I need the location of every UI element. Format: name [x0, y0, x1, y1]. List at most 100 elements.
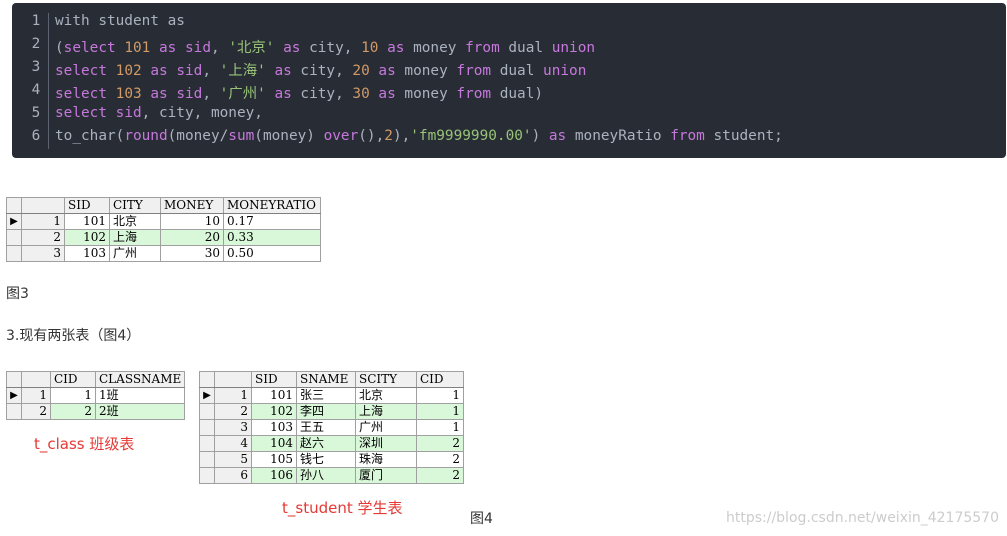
corner-cell — [199, 371, 215, 388]
column-header[interactable]: SID — [64, 197, 110, 214]
table-row[interactable]: 4 104 赵六 深圳 2 — [199, 435, 464, 452]
table-cell[interactable]: 30 — [160, 245, 224, 262]
table-cell[interactable]: 102 — [64, 229, 110, 246]
row-number[interactable]: 2 — [21, 229, 65, 246]
right-triangle-icon[interactable]: ▶ — [6, 213, 22, 230]
code-line: to_char(round(money/sum(money) over(),2)… — [55, 128, 783, 144]
column-header[interactable]: CID — [416, 371, 464, 388]
table-cell[interactable]: 孙八 — [296, 467, 356, 484]
class-grid: CID CLASSNAME ▶ 1 1 1班 2 2 2班 — [6, 371, 186, 420]
row-selector[interactable] — [6, 403, 22, 420]
column-header[interactable]: MONEY — [160, 197, 224, 214]
figure-caption: 图4 — [470, 511, 493, 527]
result-grid: SID CITY MONEY MONEYRATIO ▶ 1 101 北京 10 0.17 2… — [6, 197, 321, 262]
section-text: 3.现有两张表（图4） — [6, 328, 141, 344]
table-row[interactable]: ▶ 1 101 北京 10 0.17 — [6, 213, 321, 230]
table-cell[interactable]: 1 — [416, 387, 464, 404]
right-triangle-icon[interactable]: ▶ — [6, 387, 22, 404]
table-cell[interactable]: 赵六 — [296, 435, 356, 452]
table-cell[interactable]: 李四 — [296, 403, 356, 420]
column-header[interactable]: CITY — [109, 197, 161, 214]
table-row[interactable]: 6 106 孙八 厦门 2 — [199, 467, 464, 484]
line-number: 4 — [31, 82, 41, 98]
row-number[interactable]: 1 — [214, 387, 252, 404]
line-number: 1 — [31, 13, 41, 29]
table-cell[interactable]: 103 — [64, 245, 110, 262]
table-cell[interactable]: 1 — [50, 387, 96, 404]
table-cell[interactable]: 101 — [64, 213, 110, 230]
table-cell[interactable]: 20 — [160, 229, 224, 246]
table-cell[interactable]: 102 — [251, 403, 297, 420]
row-selector[interactable] — [199, 419, 215, 436]
row-number[interactable]: 2 — [214, 403, 252, 420]
table-cell[interactable]: 2 — [416, 435, 464, 452]
row-number[interactable]: 6 — [214, 467, 252, 484]
table-row[interactable]: ▶ 1 101 张三 北京 1 — [199, 387, 464, 404]
table-cell[interactable]: 厦门 — [355, 467, 417, 484]
row-number[interactable]: 5 — [214, 451, 252, 468]
table-cell[interactable]: 上海 — [355, 403, 417, 420]
code-line: with student as — [55, 13, 185, 29]
table-cell[interactable]: 0.50 — [223, 245, 321, 262]
table-cell[interactable]: 张三 — [296, 387, 356, 404]
table-cell[interactable]: 103 — [251, 419, 297, 436]
table-cell[interactable]: 钱七 — [296, 451, 356, 468]
watermark: https://blog.csdn.net/weixin_42175570 — [725, 510, 999, 526]
table-cell[interactable]: 广州 — [355, 419, 417, 436]
row-selector[interactable] — [6, 245, 22, 262]
table-cell[interactable]: 北京 — [355, 387, 417, 404]
row-selector[interactable] — [199, 435, 215, 452]
column-header[interactable]: SID — [251, 371, 297, 388]
table-cell[interactable]: 0.17 — [223, 213, 321, 230]
table-cell[interactable]: 101 — [251, 387, 297, 404]
table-cell[interactable]: 105 — [251, 451, 297, 468]
table-cell[interactable]: 2班 — [94, 403, 186, 420]
row-selector[interactable] — [6, 229, 22, 246]
row-selector[interactable] — [199, 467, 215, 484]
column-header[interactable]: SNAME — [296, 371, 356, 388]
table-cell[interactable]: 10 — [160, 213, 224, 230]
row-number[interactable]: 3 — [21, 245, 65, 262]
row-number[interactable]: 3 — [214, 419, 252, 436]
code-line: select 103 as sid, '广州' as city, 30 as m… — [55, 86, 544, 102]
table-cell[interactable]: 王五 — [296, 419, 356, 436]
column-header[interactable]: SCITY — [355, 371, 417, 388]
table-row[interactable]: 3 103 广州 30 0.50 — [6, 245, 321, 262]
row-selector[interactable] — [199, 451, 215, 468]
table-row[interactable]: 5 105 钱七 珠海 2 — [199, 451, 464, 468]
table-cell[interactable]: 2 — [50, 403, 96, 420]
column-header[interactable]: CID — [50, 371, 96, 388]
line-number-separator — [48, 13, 49, 149]
table-cell[interactable]: 广州 — [109, 245, 161, 262]
table-cell[interactable]: 106 — [251, 467, 297, 484]
row-number[interactable]: 1 — [21, 213, 65, 230]
row-number[interactable]: 4 — [214, 435, 252, 452]
row-number[interactable]: 2 — [21, 403, 51, 420]
table-cell[interactable]: 深圳 — [355, 435, 417, 452]
table-cell[interactable]: 104 — [251, 435, 297, 452]
table-cell[interactable]: 2 — [416, 451, 464, 468]
code-line: select 102 as sid, '上海' as city, 20 as m… — [55, 63, 587, 79]
column-header[interactable]: MONEYRATIO — [223, 197, 321, 214]
table-cell[interactable]: 上海 — [109, 229, 161, 246]
code-block: 1 with student as 2 (select 101 as sid, '北京… — [12, 3, 1006, 158]
column-header[interactable]: CLASSNAME — [94, 371, 186, 388]
table-cell[interactable]: 1 — [416, 419, 464, 436]
table-row[interactable]: 2 102 李四 上海 1 — [199, 403, 464, 420]
table-row[interactable]: ▶ 1 1 1班 — [6, 387, 186, 404]
table-cell[interactable]: 0.33 — [223, 229, 321, 246]
corner-cell — [6, 371, 22, 388]
corner-cell — [6, 197, 22, 214]
table-row[interactable]: 2 102 上海 20 0.33 — [6, 229, 321, 246]
table-row[interactable]: 2 2 2班 — [6, 403, 186, 420]
right-triangle-icon[interactable]: ▶ — [199, 387, 215, 404]
table-cell[interactable]: 1 — [416, 403, 464, 420]
table-cell[interactable]: 2 — [416, 467, 464, 484]
row-selector[interactable] — [199, 403, 215, 420]
table-cell[interactable]: 珠海 — [355, 451, 417, 468]
table-row[interactable]: 3 103 王五 广州 1 — [199, 419, 464, 436]
table-cell[interactable]: 1班 — [94, 387, 186, 404]
table-cell[interactable]: 北京 — [109, 213, 161, 230]
row-number[interactable]: 1 — [21, 387, 51, 404]
t-student-label: t_student 学生表 — [282, 499, 403, 517]
